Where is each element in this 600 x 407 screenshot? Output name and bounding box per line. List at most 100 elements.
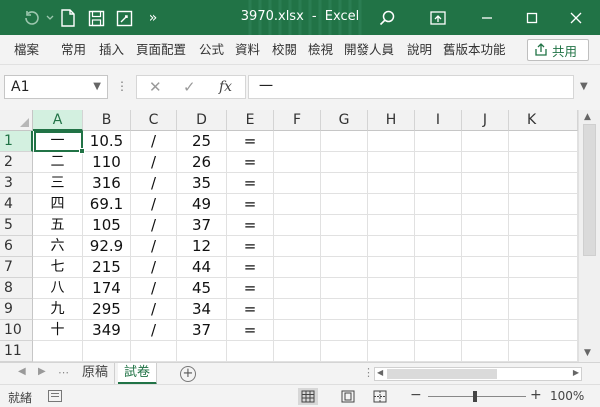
- normal-view-button[interactable]: [298, 388, 318, 405]
- minimize-icon[interactable]: [477, 8, 497, 28]
- scroll-right-icon[interactable]: ▶: [573, 368, 579, 377]
- cell-j11[interactable]: [462, 341, 509, 362]
- sheet-tab-original[interactable]: 原稿: [76, 363, 116, 384]
- zoom-slider[interactable]: [428, 391, 526, 402]
- cell-j7[interactable]: [462, 257, 509, 278]
- formula-bar-grip-icon[interactable]: ⋮: [116, 79, 128, 93]
- column-header-c[interactable]: C: [131, 110, 177, 131]
- tab-help[interactable]: 說明: [407, 35, 432, 65]
- tab-file[interactable]: 檔案: [14, 35, 39, 65]
- cell-f8[interactable]: [274, 278, 321, 299]
- tab-view[interactable]: 檢視: [308, 35, 333, 65]
- column-header-f[interactable]: F: [274, 110, 321, 131]
- cell-i6[interactable]: [415, 236, 462, 257]
- cell-i5[interactable]: [415, 215, 462, 236]
- cell-k2[interactable]: [509, 152, 578, 173]
- cell-i9[interactable]: [415, 299, 462, 320]
- cell-g3[interactable]: [321, 173, 368, 194]
- cell-d10[interactable]: 37: [177, 320, 227, 341]
- cell-a7[interactable]: 七: [33, 257, 83, 278]
- cell-g10[interactable]: [321, 320, 368, 341]
- cell-j3[interactable]: [462, 173, 509, 194]
- name-box[interactable]: A1 ▼: [4, 75, 108, 99]
- page-layout-view-button[interactable]: [338, 388, 358, 405]
- cell-j2[interactable]: [462, 152, 509, 173]
- tab-developer[interactable]: 開發人員: [344, 35, 394, 65]
- cell-d9[interactable]: 34: [177, 299, 227, 320]
- cell-h5[interactable]: [368, 215, 415, 236]
- cell-j10[interactable]: [462, 320, 509, 341]
- prev-sheet-icon[interactable]: ◀: [18, 366, 26, 377]
- cell-a6[interactable]: 六: [33, 236, 83, 257]
- cell-e1[interactable]: =: [227, 131, 274, 152]
- cell-k5[interactable]: [509, 215, 578, 236]
- cell-j8[interactable]: [462, 278, 509, 299]
- cell-k6[interactable]: [509, 236, 578, 257]
- scroll-up-icon[interactable]: ▲: [584, 112, 591, 122]
- cell-d3[interactable]: 35: [177, 173, 227, 194]
- cell-d2[interactable]: 26: [177, 152, 227, 173]
- cell-c10[interactable]: /: [131, 320, 177, 341]
- cancel-icon[interactable]: ✕: [149, 78, 162, 96]
- cell-k9[interactable]: [509, 299, 578, 320]
- row-header[interactable]: 2: [0, 152, 33, 173]
- cell-g5[interactable]: [321, 215, 368, 236]
- cell-i1[interactable]: [415, 131, 462, 152]
- cell-e4[interactable]: =: [227, 194, 274, 215]
- share-button[interactable]: 共用: [527, 39, 589, 61]
- row-header[interactable]: 8: [0, 278, 33, 299]
- cell-b7[interactable]: 215: [83, 257, 131, 278]
- fill-handle[interactable]: [79, 148, 85, 154]
- cell-a8[interactable]: 八: [33, 278, 83, 299]
- cell-g6[interactable]: [321, 236, 368, 257]
- close-icon[interactable]: [566, 8, 586, 28]
- cell-a4[interactable]: 四: [33, 194, 83, 215]
- cell-a10[interactable]: 十: [33, 320, 83, 341]
- cell-g7[interactable]: [321, 257, 368, 278]
- row-header[interactable]: 11: [0, 341, 33, 362]
- row-header[interactable]: 3: [0, 173, 33, 194]
- cell-e6[interactable]: =: [227, 236, 274, 257]
- cell-c9[interactable]: /: [131, 299, 177, 320]
- cell-h1[interactable]: [368, 131, 415, 152]
- cell-f10[interactable]: [274, 320, 321, 341]
- cell-i10[interactable]: [415, 320, 462, 341]
- cell-b8[interactable]: 174: [83, 278, 131, 299]
- column-header-e[interactable]: E: [227, 110, 274, 131]
- cell-h4[interactable]: [368, 194, 415, 215]
- cell-c4[interactable]: /: [131, 194, 177, 215]
- column-header-k[interactable]: K: [509, 110, 578, 131]
- cell-g4[interactable]: [321, 194, 368, 215]
- cell-j1[interactable]: [462, 131, 509, 152]
- cell-h7[interactable]: [368, 257, 415, 278]
- page-break-view-button[interactable]: [370, 388, 390, 405]
- cell-f2[interactable]: [274, 152, 321, 173]
- name-box-dropdown-icon[interactable]: ▼: [93, 76, 101, 98]
- row-header[interactable]: 5: [0, 215, 33, 236]
- cell-e9[interactable]: =: [227, 299, 274, 320]
- cell-d8[interactable]: 45: [177, 278, 227, 299]
- horizontal-scroll-thumb[interactable]: [387, 369, 497, 379]
- scroll-left-icon[interactable]: ◀: [377, 368, 383, 377]
- cell-mode-icon[interactable]: [48, 390, 62, 402]
- cell-e11[interactable]: [227, 341, 274, 362]
- column-header-h[interactable]: H: [368, 110, 415, 131]
- cell-j5[interactable]: [462, 215, 509, 236]
- tab-review[interactable]: 校閱: [272, 35, 297, 65]
- cell-i8[interactable]: [415, 278, 462, 299]
- cell-a9[interactable]: 九: [33, 299, 83, 320]
- cell-j6[interactable]: [462, 236, 509, 257]
- row-header[interactable]: 6: [0, 236, 33, 257]
- tab-insert[interactable]: 插入: [99, 35, 124, 65]
- zoom-level[interactable]: 100%: [550, 389, 584, 403]
- cell-f7[interactable]: [274, 257, 321, 278]
- cell-b10[interactable]: 349: [83, 320, 131, 341]
- cell-e10[interactable]: =: [227, 320, 274, 341]
- row-header[interactable]: 9: [0, 299, 33, 320]
- tab-home[interactable]: 常用: [61, 35, 86, 65]
- cell-d5[interactable]: 37: [177, 215, 227, 236]
- vertical-scroll-thumb[interactable]: [583, 124, 596, 256]
- cell-b1[interactable]: 10.5: [83, 131, 131, 152]
- scroll-down-icon[interactable]: ▼: [584, 348, 591, 358]
- expand-formula-bar-icon[interactable]: ▼: [580, 81, 588, 92]
